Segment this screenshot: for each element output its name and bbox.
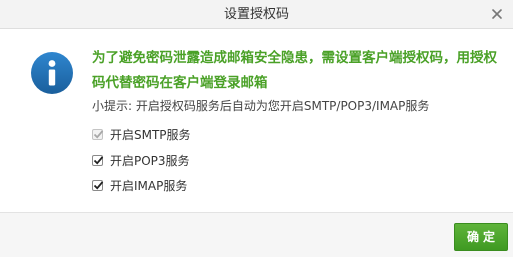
- confirm-button[interactable]: 确定: [454, 223, 508, 251]
- close-icon[interactable]: [489, 6, 505, 22]
- tip-text: 小提示: 开启授权码服务后自动为您开启SMTP/POP3/IMAP服务: [92, 99, 430, 113]
- dialog-title: 设置授权码: [223, 7, 289, 22]
- imap-label[interactable]: 开启IMAP服务: [110, 177, 187, 194]
- pop3-checkbox[interactable]: [92, 154, 104, 166]
- pop3-label[interactable]: 开启POP3服务: [110, 152, 190, 169]
- auth-code-dialog: 设置授权码 为了避免密码泄露造成邮箱安全隐患，需设置客户端授权码，用授权码代替密…: [0, 0, 513, 257]
- dialog-footer: 确定: [0, 212, 513, 257]
- smtp-checkbox: [92, 128, 104, 140]
- info-icon: [30, 51, 74, 95]
- imap-checkbox[interactable]: [92, 179, 104, 191]
- option-imap[interactable]: 开启IMAP服务: [92, 176, 187, 194]
- smtp-label: 开启SMTP服务: [110, 127, 191, 142]
- dialog-titlebar: 设置授权码: [0, 0, 513, 29]
- option-smtp: 开启SMTP服务: [92, 125, 191, 143]
- security-headline: 为了避免密码泄露造成邮箱安全隐患，需设置客户端授权码，用授权码代替密码在客户端登…: [92, 50, 497, 91]
- option-pop3[interactable]: 开启POP3服务: [92, 151, 190, 169]
